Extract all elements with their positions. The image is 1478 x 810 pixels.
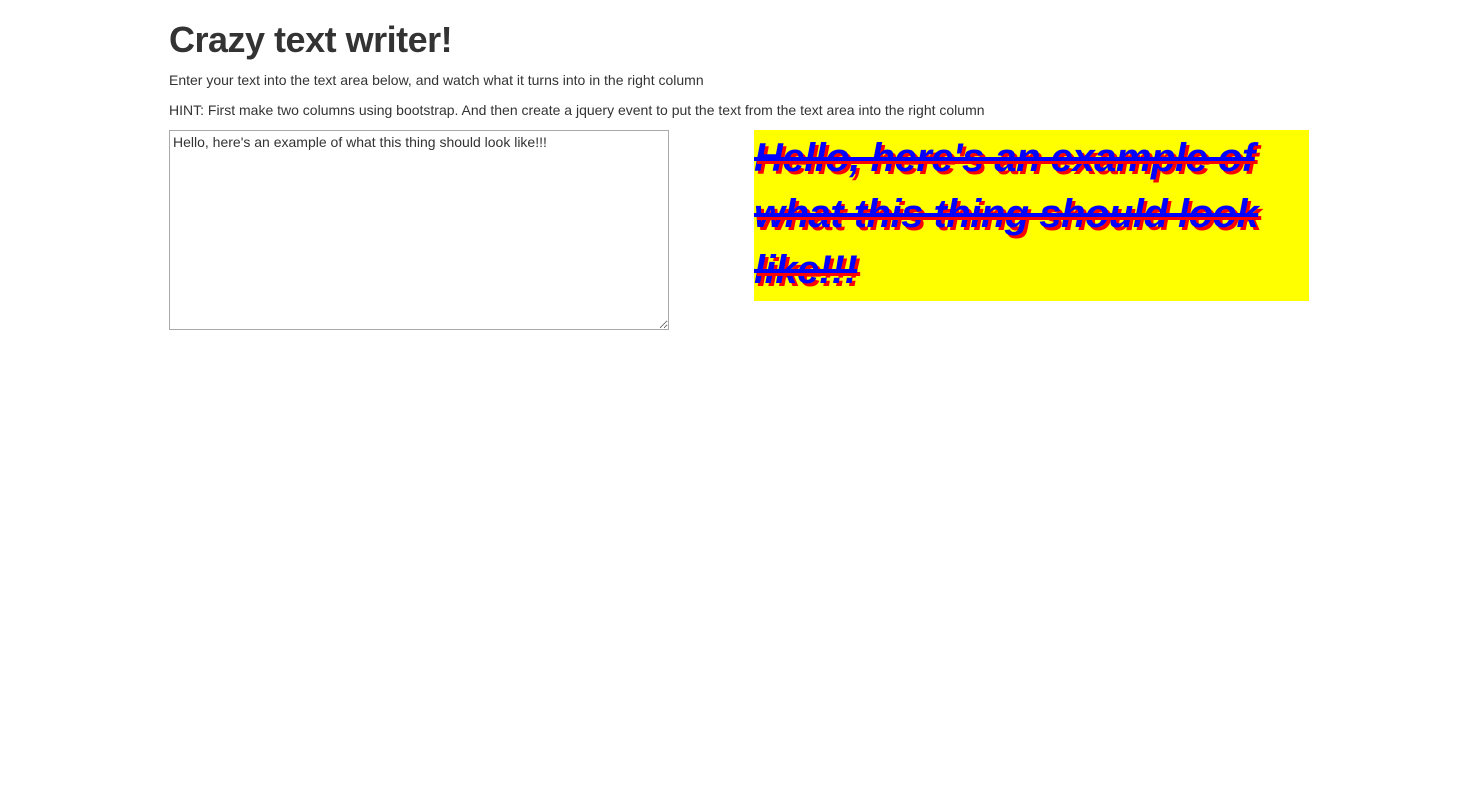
page-title: Crazy text writer! <box>169 19 453 60</box>
intro-text: Enter your text into the text area below… <box>169 72 704 88</box>
hint-text: HINT: First make two columns using boots… <box>169 102 985 118</box>
crazy-text-output: Hello, here's an example of what this th… <box>754 130 1309 301</box>
right-column: Hello, here's an example of what this th… <box>754 130 1309 301</box>
left-column: Hello, here's an example of what this th… <box>169 130 669 336</box>
text-input-area[interactable]: Hello, here's an example of what this th… <box>169 130 669 330</box>
two-column-row: Hello, here's an example of what this th… <box>169 130 1309 340</box>
main-container: Crazy text writer! Enter your text into … <box>169 0 1309 340</box>
